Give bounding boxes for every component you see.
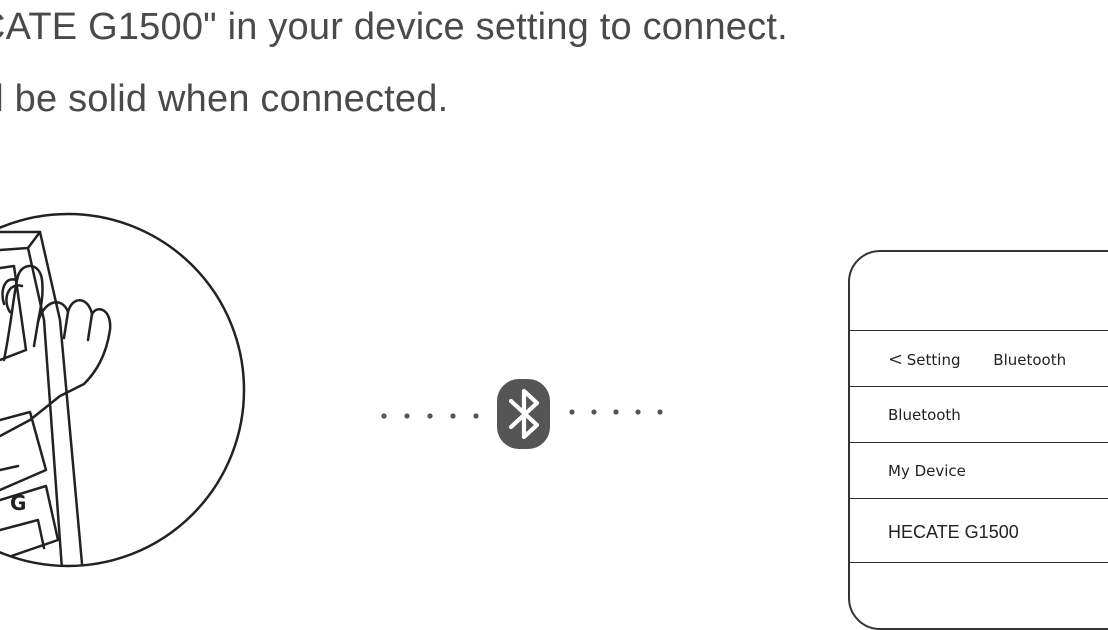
section-header-label: My Device bbox=[888, 462, 966, 480]
chevron-left-icon[interactable]: < bbox=[888, 331, 903, 389]
back-to-setting-link[interactable]: Setting bbox=[907, 351, 961, 369]
left-dots bbox=[381, 413, 479, 419]
bluetooth-settings-screen: < Setting Bluetooth Bluetooth My Device … bbox=[850, 330, 1108, 602]
device-name: HECATE G1500 bbox=[888, 522, 1019, 542]
keyboard-press-illustration: G bbox=[0, 212, 246, 568]
bluetooth-toggle-row[interactable]: Bluetooth bbox=[850, 386, 1108, 442]
bluetooth-icon bbox=[497, 379, 550, 449]
right-dots bbox=[569, 409, 663, 415]
page-title: Bluetooth bbox=[993, 351, 1067, 369]
phone-mockup: < Setting Bluetooth Bluetooth My Device … bbox=[848, 250, 1108, 630]
bluetooth-row-label: Bluetooth bbox=[888, 406, 961, 424]
device-list-item[interactable]: HECATE G1500 bbox=[850, 498, 1108, 562]
key-label-g: G bbox=[10, 491, 26, 515]
bluetooth-connection-indicator bbox=[381, 379, 663, 449]
settings-nav-bar: < Setting Bluetooth bbox=[850, 330, 1108, 386]
device-list-empty-row bbox=[850, 562, 1108, 602]
my-device-section-header: My Device bbox=[850, 442, 1108, 498]
